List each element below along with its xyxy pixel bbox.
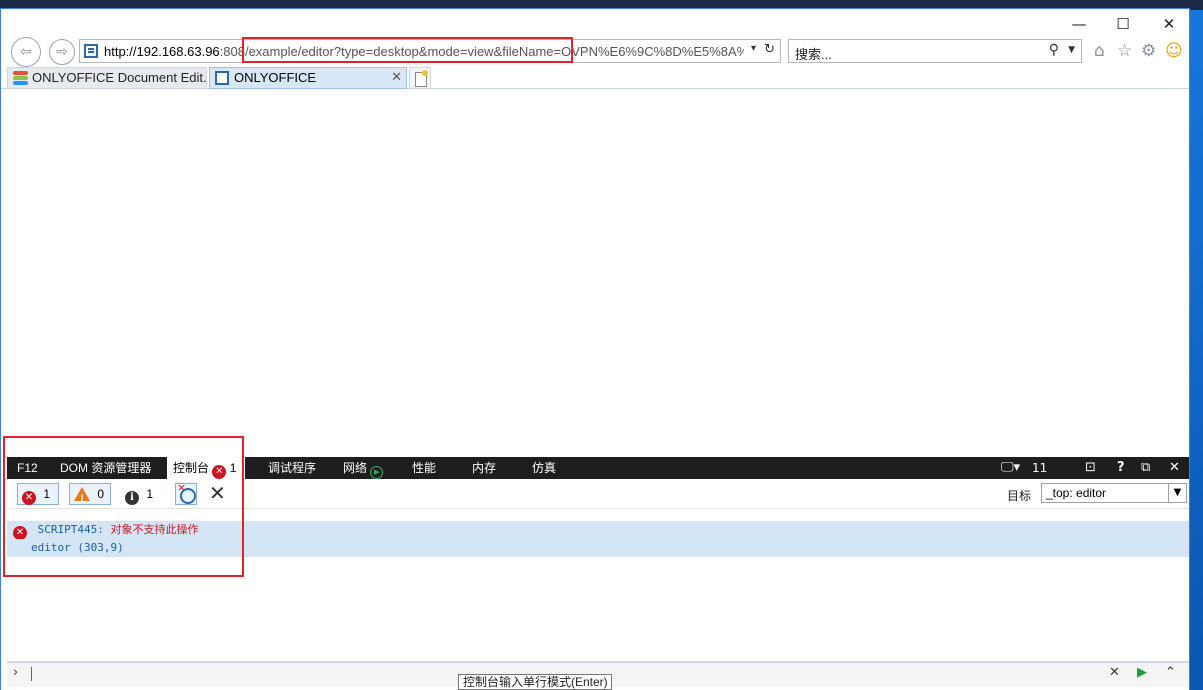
navigation-bar: ⇦ ⇨ http://192.168.63.96:808/example/edi… — [1, 37, 1189, 67]
gear-icon[interactable]: ⚙ — [1141, 41, 1156, 61]
highlight-box-console — [3, 436, 244, 577]
undock-icon[interactable]: ⧉ — [1141, 457, 1150, 479]
tab-strip: ONLYOFFICE Document Edit... ONLYOFFICE ✕ — [1, 67, 1189, 89]
search-icon[interactable]: ⚲ — [1049, 42, 1059, 58]
target-label: 目标 — [1007, 489, 1032, 503]
back-icon[interactable]: ⇦ — [11, 37, 41, 67]
tab-network-label: 网络 — [343, 461, 368, 475]
target-select-value: _top: editor — [1046, 486, 1107, 500]
page-icon — [215, 71, 229, 85]
new-tab-button[interactable] — [409, 67, 431, 89]
prompt-chevron-icon: › — [13, 665, 19, 680]
forward-icon[interactable]: ⇨ — [49, 39, 75, 65]
favorites-star-icon[interactable]: ☆ — [1117, 41, 1132, 61]
console-input-tooltip: 控制台输入单行模式(Enter) — [458, 674, 612, 690]
minimize-button[interactable]: — — [1061, 13, 1097, 35]
address-host: http://192.168.63.96 — [104, 44, 220, 59]
maximize-button[interactable]: ☐ — [1105, 13, 1141, 35]
chevron-down-icon: ▼ — [1168, 484, 1186, 502]
tab-memory[interactable]: 内存 — [472, 457, 496, 479]
address-query-tail: OVPN%E6%9C%8D%E5%8A% — [561, 44, 744, 59]
search-input[interactable]: 搜索... — [795, 44, 832, 63]
refresh-icon[interactable]: ↻ — [764, 42, 775, 57]
highlight-box-url — [242, 37, 573, 63]
run-icon[interactable]: ▶ — [1137, 665, 1147, 680]
close-devtools-icon[interactable]: ✕ — [1169, 457, 1180, 479]
console-input[interactable] — [31, 667, 32, 681]
address-dropdown-icon[interactable]: ▾ — [751, 43, 756, 54]
play-icon: ▶ — [370, 466, 384, 479]
tab-label: ONLYOFFICE — [234, 70, 317, 85]
home-icon[interactable]: ⌂ — [1094, 41, 1105, 61]
title-bar: — ☐ ✕ — [1, 9, 1189, 37]
onlyoffice-logo-icon — [13, 71, 28, 85]
tab-debugger[interactable]: 调试程序 — [268, 457, 316, 479]
smiley-feedback-icon[interactable]: ☺ — [1165, 41, 1183, 61]
tab-onlyoffice[interactable]: ONLYOFFICE ✕ — [209, 67, 407, 89]
clear-input-icon[interactable]: ✕ — [1109, 665, 1120, 680]
page-content — [1, 89, 1189, 457]
target-select[interactable]: _top: editor ▼ — [1041, 483, 1187, 503]
search-dropdown-icon[interactable]: ▼ — [1068, 45, 1075, 55]
console-toggle-icon[interactable]: ⊡ — [1085, 457, 1096, 479]
browser-window: — ☐ ✕ ⇦ ⇨ http://192.168.63.96:808/examp… — [0, 8, 1190, 690]
close-tab-icon[interactable]: ✕ — [391, 68, 402, 88]
tab-emulation[interactable]: 仿真 — [532, 457, 556, 479]
page-icon — [84, 44, 98, 58]
expand-multiline-icon[interactable]: ⌃ — [1165, 665, 1176, 680]
target-document-mode[interactable]: 11 — [1032, 457, 1047, 479]
close-window-button[interactable]: ✕ — [1151, 13, 1187, 35]
tab-performance[interactable]: 性能 — [412, 457, 436, 479]
tab-label: ONLYOFFICE Document Edit... — [32, 70, 207, 85]
search-box[interactable]: 搜索... ⚲ ▼ — [788, 39, 1082, 63]
tab-onlyoffice-document-editor[interactable]: ONLYOFFICE Document Edit... — [7, 67, 207, 89]
help-icon[interactable]: ? — [1117, 457, 1125, 479]
tab-network[interactable]: 网络 ▶ — [343, 457, 384, 479]
monitor-icon[interactable]: 🖵▾ — [1001, 457, 1020, 479]
